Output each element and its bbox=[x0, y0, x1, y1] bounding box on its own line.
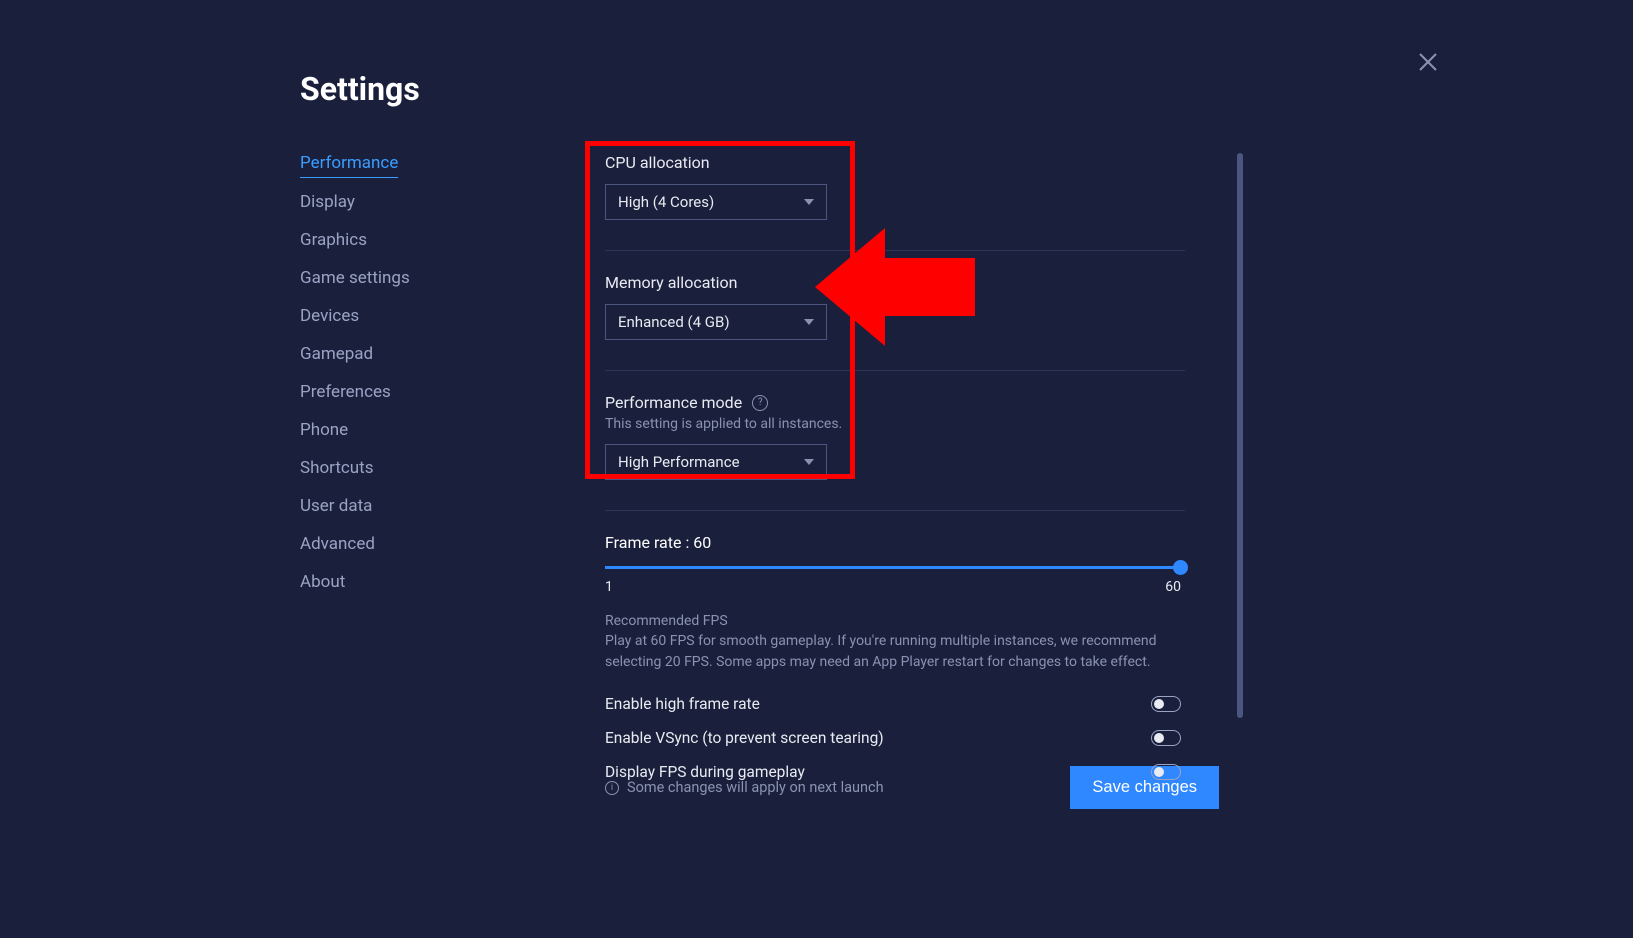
frame-rate-slider[interactable] bbox=[605, 566, 1181, 569]
toggle-high-frame-rate[interactable] bbox=[1151, 696, 1181, 712]
recommended-fps-title: Recommended FPS bbox=[605, 613, 1225, 629]
help-icon[interactable]: ? bbox=[752, 395, 768, 411]
info-icon: i bbox=[605, 781, 619, 795]
sidebar-item-performance[interactable]: Performance bbox=[300, 153, 398, 178]
performance-mode-section: Performance mode ? This setting is appli… bbox=[605, 393, 1225, 480]
slider-track bbox=[605, 566, 1181, 569]
sidebar-item-game-settings[interactable]: Game settings bbox=[300, 268, 460, 292]
sidebar-item-graphics[interactable]: Graphics bbox=[300, 230, 460, 254]
toggle-display-fps-row: Display FPS during gameplay bbox=[605, 763, 1181, 781]
cpu-allocation-section: CPU allocation High (4 Cores) bbox=[605, 153, 1225, 220]
settings-content: CPU allocation High (4 Cores) Memory all… bbox=[605, 153, 1225, 809]
sidebar-item-display[interactable]: Display bbox=[300, 192, 460, 216]
slider-min: 1 bbox=[605, 579, 613, 595]
chevron-down-icon bbox=[804, 319, 814, 325]
divider bbox=[605, 510, 1185, 511]
memory-allocation-dropdown[interactable]: Enhanced (4 GB) bbox=[605, 304, 827, 340]
scrollbar[interactable] bbox=[1237, 153, 1243, 718]
performance-mode-label: Performance mode bbox=[605, 393, 742, 412]
settings-window: Settings Performance Display Graphics Ga… bbox=[0, 0, 1633, 938]
sidebar-item-user-data[interactable]: User data bbox=[300, 496, 460, 520]
memory-allocation-label: Memory allocation bbox=[605, 273, 1225, 292]
sidebar-item-gamepad[interactable]: Gamepad bbox=[300, 344, 460, 368]
sidebar-item-about[interactable]: About bbox=[300, 572, 460, 596]
cpu-allocation-dropdown[interactable]: High (4 Cores) bbox=[605, 184, 827, 220]
page-title: Settings bbox=[300, 70, 1333, 108]
chevron-down-icon bbox=[804, 199, 814, 205]
slider-max: 60 bbox=[1165, 579, 1181, 595]
toggle-vsync[interactable] bbox=[1151, 730, 1181, 746]
sidebar-item-advanced[interactable]: Advanced bbox=[300, 534, 460, 558]
footer-note-text: Some changes will apply on next launch bbox=[627, 779, 884, 796]
divider bbox=[605, 370, 1185, 371]
settings-sidebar: Performance Display Graphics Game settin… bbox=[300, 153, 460, 809]
toggle-high-frame-rate-row: Enable high frame rate bbox=[605, 695, 1181, 713]
performance-mode-hint: This setting is applied to all instances… bbox=[605, 416, 1225, 432]
toggle-label: Enable VSync (to prevent screen tearing) bbox=[605, 729, 884, 747]
performance-mode-dropdown[interactable]: High Performance bbox=[605, 444, 827, 480]
sidebar-item-preferences[interactable]: Preferences bbox=[300, 382, 460, 406]
sidebar-item-phone[interactable]: Phone bbox=[300, 420, 460, 444]
close-button[interactable] bbox=[1418, 52, 1438, 72]
performance-mode-value: High Performance bbox=[618, 453, 740, 471]
chevron-down-icon bbox=[804, 459, 814, 465]
toggle-label: Enable high frame rate bbox=[605, 695, 760, 713]
divider bbox=[605, 250, 1185, 251]
frame-rate-label: Frame rate : 60 bbox=[605, 533, 1225, 552]
sidebar-item-shortcuts[interactable]: Shortcuts bbox=[300, 458, 460, 482]
footer-note: i Some changes will apply on next launch bbox=[605, 779, 884, 796]
slider-thumb[interactable] bbox=[1173, 560, 1188, 575]
frame-rate-section: Frame rate : 60 1 60 Recommended FPS Pla… bbox=[605, 533, 1225, 781]
memory-allocation-section: Memory allocation Enhanced (4 GB) bbox=[605, 273, 1225, 340]
close-icon bbox=[1418, 52, 1438, 72]
toggle-vsync-row: Enable VSync (to prevent screen tearing) bbox=[605, 729, 1181, 747]
toggle-label: Display FPS during gameplay bbox=[605, 763, 805, 781]
sidebar-item-devices[interactable]: Devices bbox=[300, 306, 460, 330]
cpu-allocation-label: CPU allocation bbox=[605, 153, 1225, 172]
toggle-display-fps[interactable] bbox=[1151, 764, 1181, 780]
cpu-allocation-value: High (4 Cores) bbox=[618, 193, 714, 211]
toggle-knob bbox=[1154, 699, 1164, 709]
memory-allocation-value: Enhanced (4 GB) bbox=[618, 313, 730, 331]
toggle-knob bbox=[1154, 767, 1164, 777]
slider-range: 1 60 bbox=[605, 579, 1181, 595]
recommended-fps-body: Play at 60 FPS for smooth gameplay. If y… bbox=[605, 631, 1165, 673]
toggle-knob bbox=[1154, 733, 1164, 743]
